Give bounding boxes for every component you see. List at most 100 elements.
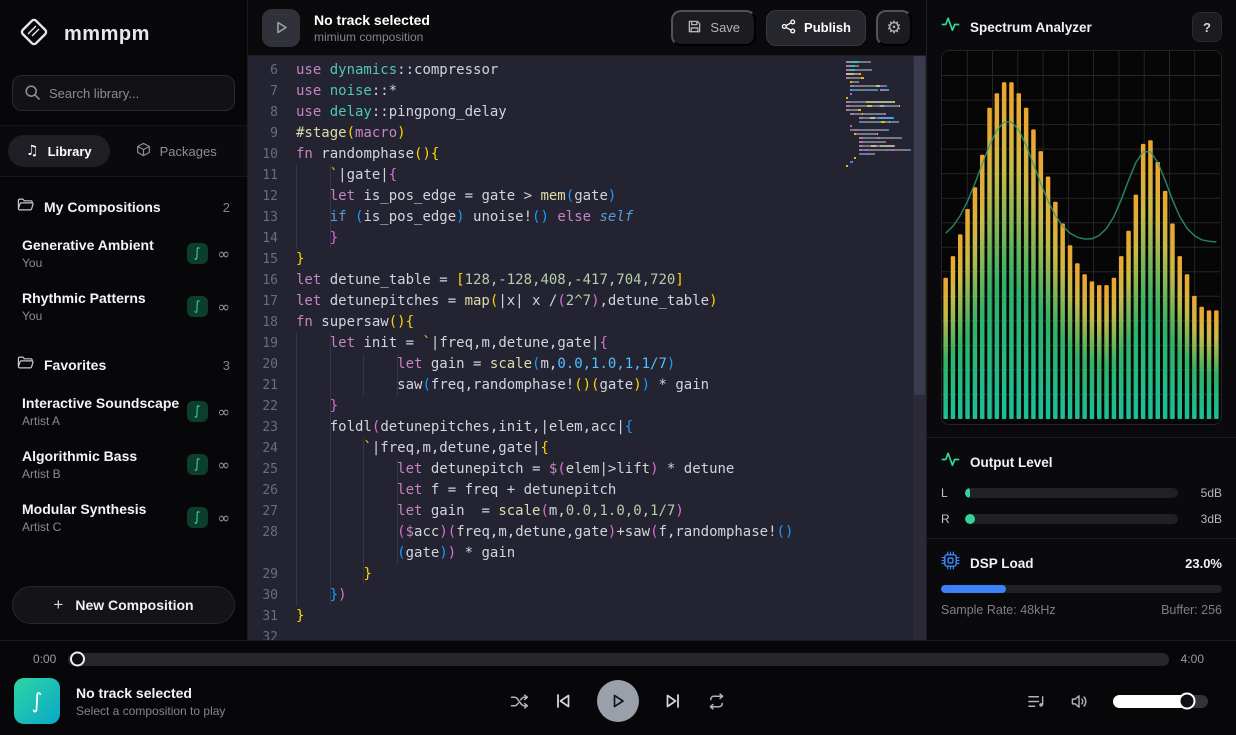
level-meters: L5dBR3dB	[941, 486, 1222, 526]
code-line[interactable]: 29 }	[248, 564, 926, 585]
composition-item[interactable]: Algorithmic BassArtist B∫∞	[12, 438, 235, 491]
indent-guide	[296, 522, 297, 543]
code-line[interactable]: 23 foldl(detunepitches,init,|elem,acc|{	[248, 417, 926, 438]
seek-bar[interactable]	[68, 653, 1168, 666]
code-line[interactable]: 20 let gain = scale(m,0.0,1.0,1,1/7)	[248, 354, 926, 375]
code-editor[interactable]: 6use dynamics::compressor7use noise::*8u…	[248, 56, 926, 640]
now-playing-info: No track selected Select a composition t…	[76, 685, 225, 718]
dsp-load-value: 23.0%	[1185, 556, 1222, 571]
volume-slider[interactable]	[1113, 695, 1208, 708]
line-content	[296, 627, 926, 640]
indent-guide	[397, 459, 398, 480]
indent-guide	[397, 375, 398, 396]
shuffle-button[interactable]	[510, 693, 529, 710]
code-line[interactable]: 26 let f = freq + detunepitch	[248, 480, 926, 501]
indent-guide	[330, 438, 331, 459]
composition-item[interactable]: Generative AmbientYou∫∞	[12, 227, 235, 280]
code-line[interactable]: 10fn randomphase(){	[248, 144, 926, 165]
code-line[interactable]: 30 })	[248, 585, 926, 606]
code-line[interactable]: 17let detunepitches = map(|x| x /(2^7),d…	[248, 291, 926, 312]
spectrum-title: Spectrum Analyzer	[970, 20, 1182, 35]
settings-button[interactable]: ⚙	[876, 10, 912, 46]
code-line[interactable]: 9#stage(macro)	[248, 123, 926, 144]
cpu-icon	[941, 551, 960, 575]
header-play-button[interactable]	[262, 9, 300, 47]
code-line[interactable]: 32	[248, 627, 926, 640]
indent-guide	[330, 165, 331, 186]
indent-guide	[330, 396, 331, 417]
code-line[interactable]: 22 }	[248, 396, 926, 417]
composition-item[interactable]: Rhythmic PatternsYou∫∞	[12, 280, 235, 333]
play-button[interactable]	[597, 680, 639, 722]
new-composition-button[interactable]: + New Composition	[12, 586, 235, 624]
tab-library[interactable]: ♫Library	[8, 135, 110, 167]
composition-item[interactable]: Interactive SoundscapeArtist A∫∞	[12, 385, 235, 438]
code-line[interactable]: 7use noise::*	[248, 81, 926, 102]
line-number: 22	[248, 396, 296, 417]
code-line[interactable]: 21 saw(freq,randomphase!()(gate)) * gain	[248, 375, 926, 396]
channel-label: R	[941, 512, 955, 526]
section-header-1[interactable]: Favorites3	[12, 349, 235, 385]
line-content: foldl(detunepitches,init,|elem,acc|{	[296, 417, 926, 438]
next-button[interactable]	[664, 692, 682, 710]
indent-guide	[397, 522, 398, 543]
dsp-section: DSP Load 23.0% Sample Rate: 48kHz Buffer…	[927, 539, 1236, 629]
indent-guide	[296, 459, 297, 480]
indent-guide	[363, 375, 364, 396]
volume-icon[interactable]	[1070, 693, 1089, 710]
save-button[interactable]: Save	[671, 10, 756, 46]
code-line[interactable]: 11 `|gate|{	[248, 165, 926, 186]
line-number: 14	[248, 228, 296, 249]
queue-button[interactable]	[1027, 693, 1046, 710]
repeat-button[interactable]	[707, 693, 726, 710]
line-content: }	[296, 228, 926, 249]
code-line[interactable]: 27 let gain = scale(m,0.0,1.0,0,1/7)	[248, 501, 926, 522]
code-line[interactable]: 18fn supersaw(){	[248, 312, 926, 333]
code-line[interactable]: 16let detune_table = [128,-128,408,-417,…	[248, 270, 926, 291]
search-input[interactable]	[12, 75, 235, 111]
infinity-icon: ∞	[218, 245, 231, 263]
tab-packages[interactable]: Packages	[118, 134, 235, 168]
line-number: 30	[248, 585, 296, 606]
indent-guide	[363, 354, 364, 375]
code-line[interactable]: 13 if (is_pos_edge) unoise!() else self	[248, 207, 926, 228]
indent-guide	[296, 564, 297, 585]
meter-value: 3dB	[1188, 512, 1222, 526]
publish-button[interactable]: Publish	[766, 10, 866, 46]
editor-minimap[interactable]	[846, 61, 910, 173]
code-line[interactable]: 8use delay::pingpong_delay	[248, 102, 926, 123]
sidebar-sections: My Compositions2Generative AmbientYou∫∞R…	[0, 177, 247, 576]
composition-item[interactable]: Modular SynthesisArtist C∫∞	[12, 491, 235, 544]
seek-row: 0:00 4:00	[0, 641, 1236, 673]
album-art: ∫	[14, 678, 60, 724]
indent-guide	[330, 375, 331, 396]
line-content: let detunepitches = map(|x| x /(2^7),det…	[296, 291, 926, 312]
help-button[interactable]: ?	[1192, 12, 1222, 42]
player-bar: 0:00 4:00 ∫ No track selected Select a c…	[0, 640, 1236, 735]
code-line[interactable]: 14 }	[248, 228, 926, 249]
integral-glyph: ∫	[32, 689, 43, 713]
composition-meta: Algorithmic BassArtist B	[22, 448, 187, 481]
scrollbar-thumb[interactable]	[914, 56, 925, 395]
section-header-0[interactable]: My Compositions2	[12, 191, 235, 227]
code-line[interactable]: 24 `|freq,m,detune,gate|{	[248, 438, 926, 459]
code-lines[interactable]: 6use dynamics::compressor7use noise::*8u…	[248, 56, 926, 640]
line-number: 23	[248, 417, 296, 438]
code-line[interactable]: 15}	[248, 249, 926, 270]
code-line[interactable]: 12 let is_pos_edge = gate > mem(gate)	[248, 186, 926, 207]
code-line[interactable]: 6use dynamics::compressor	[248, 60, 926, 81]
code-line[interactable]: (gate)) * gain	[248, 543, 926, 564]
code-line[interactable]: 28 ($acc)(freq,m,detune,gate)+saw(f,rand…	[248, 522, 926, 543]
indent-guide	[363, 480, 364, 501]
line-number: 27	[248, 501, 296, 522]
previous-button[interactable]	[554, 692, 572, 710]
editor-scrollbar[interactable]	[913, 56, 926, 640]
seek-handle[interactable]	[70, 652, 85, 667]
code-line[interactable]: 31}	[248, 606, 926, 627]
meter-fill	[965, 514, 975, 524]
code-line[interactable]: 25 let detunepitch = $(elem|>lift) * det…	[248, 459, 926, 480]
volume-handle[interactable]	[1179, 693, 1196, 710]
code-line[interactable]: 19 let init = `|freq,m,detune,gate|{	[248, 333, 926, 354]
line-number: 8	[248, 102, 296, 123]
line-content: use delay::pingpong_delay	[296, 102, 926, 123]
